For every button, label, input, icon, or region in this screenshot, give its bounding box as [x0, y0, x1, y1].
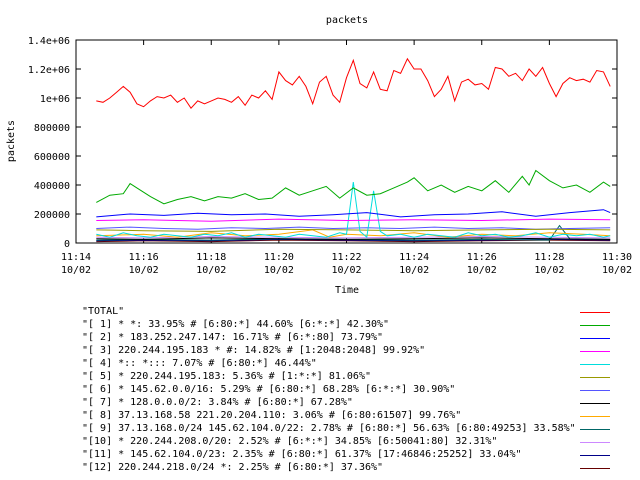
legend-swatch	[580, 377, 610, 378]
legend-entry: "[10] * 220.244.208.0/20: 2.52% # [6:*:*…	[82, 436, 622, 449]
legend-label: "[ 6] * 145.62.0.0/16: 5.29% # [6:80:*] …	[82, 384, 456, 395]
legend-entry: "[ 3] 220.244.195.183 * #: 14.82% # [1:2…	[82, 345, 622, 358]
legend-entry: "[ 1] * *: 33.95% # [6:80:*] 44.60% [6:*…	[82, 319, 622, 332]
legend-label: "TOTAL"	[82, 306, 125, 317]
legend-swatch	[580, 416, 610, 417]
legend-label: "[ 7] * 128.0.0.0/2: 3.84% # [6:80:*] 67…	[82, 397, 353, 408]
legend-swatch	[580, 325, 610, 326]
legend-swatch	[580, 351, 610, 352]
legend-swatch	[580, 312, 610, 313]
legend-swatch	[580, 442, 610, 443]
legend-label: "[12] 220.244.218.0/24 *: 2.25% # [6:80:…	[82, 462, 384, 473]
legend-entry: "[ 5] * 220.244.195.183: 5.36% # [1:*:*]…	[82, 371, 622, 384]
legend-label: "[10] * 220.244.208.0/20: 2.52% # [6:*:*…	[82, 436, 498, 447]
legend-swatch	[580, 390, 610, 391]
legend-entry: "[ 8] 37.13.168.58 221.20.204.110: 3.06%…	[82, 410, 622, 423]
legend: "TOTAL" "[ 1] * *: 33.95% # [6:80:*] 44.6…	[0, 0, 640, 480]
legend-swatch	[580, 455, 610, 456]
legend-label: "[ 2] * 183.252.247.147: 16.71% # [6:*:8…	[82, 332, 384, 343]
legend-label: "[ 8] 37.13.168.58 221.20.204.110: 3.06%…	[82, 410, 462, 421]
legend-label: "[ 1] * *: 33.95% # [6:80:*] 44.60% [6:*…	[82, 319, 390, 330]
legend-swatch	[580, 468, 610, 469]
legend-entry: "[ 9] 37.13.168.0/24 145.62.104.0/22: 2.…	[82, 423, 622, 436]
legend-label: "[ 4] *:: *::: 7.07% # [6:80:*] 46.44%"	[82, 358, 317, 369]
legend-swatch	[580, 429, 610, 430]
legend-label: "[ 3] 220.244.195.183 * #: 14.82% # [1:2…	[82, 345, 426, 356]
legend-label: "[ 9] 37.13.168.0/24 145.62.104.0/22: 2.…	[82, 423, 576, 434]
legend-label: "[ 5] * 220.244.195.183: 5.36% # [1:*:*]…	[82, 371, 371, 382]
legend-entry: "TOTAL"	[82, 306, 622, 319]
legend-swatch	[580, 364, 610, 365]
legend-swatch	[580, 338, 610, 339]
legend-entry: "[12] 220.244.218.0/24 *: 2.25% # [6:80:…	[82, 462, 622, 475]
legend-entry: "[ 6] * 145.62.0.0/16: 5.29% # [6:80:*] …	[82, 384, 622, 397]
legend-entry: "[ 7] * 128.0.0.0/2: 3.84% # [6:80:*] 67…	[82, 397, 622, 410]
legend-entry: "[11] * 145.62.104.0/23: 2.35% # [6:80:*…	[82, 449, 622, 462]
legend-entry: "[ 4] *:: *::: 7.07% # [6:80:*] 46.44%"	[82, 358, 622, 371]
legend-entry: "[ 2] * 183.252.247.147: 16.71% # [6:*:8…	[82, 332, 622, 345]
legend-swatch	[580, 403, 610, 404]
legend-label: "[11] * 145.62.104.0/23: 2.35% # [6:80:*…	[82, 449, 522, 460]
